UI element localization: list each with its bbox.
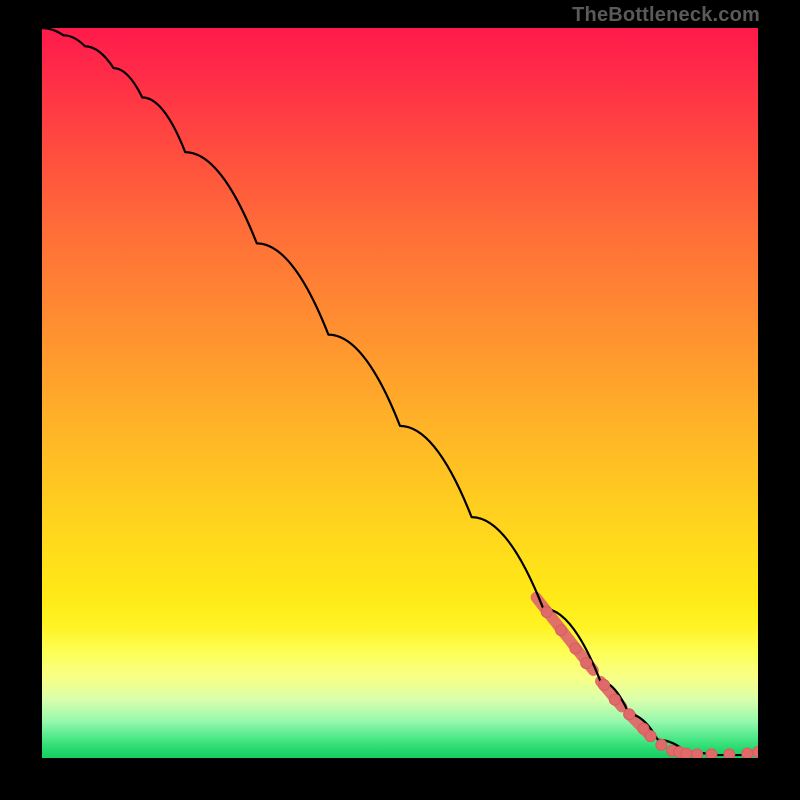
data-dot bbox=[645, 731, 656, 742]
data-dot bbox=[692, 749, 703, 758]
chart-stage: TheBottleneck.com bbox=[0, 0, 800, 800]
data-dot bbox=[541, 607, 552, 618]
data-dot bbox=[753, 747, 759, 758]
data-dot bbox=[681, 748, 692, 758]
chart-overlay bbox=[42, 28, 758, 758]
data-dot bbox=[742, 748, 753, 758]
data-dot bbox=[609, 694, 620, 705]
data-dot bbox=[656, 739, 667, 750]
data-dot bbox=[599, 680, 610, 691]
plot-area bbox=[42, 28, 758, 758]
data-dot bbox=[624, 709, 635, 720]
data-dot bbox=[706, 749, 717, 758]
main-curve bbox=[42, 28, 758, 755]
data-dot bbox=[556, 625, 567, 636]
watermark-text: TheBottleneck.com bbox=[572, 4, 760, 27]
data-dot bbox=[724, 749, 735, 758]
data-dot bbox=[581, 658, 592, 669]
data-dot bbox=[570, 643, 581, 654]
